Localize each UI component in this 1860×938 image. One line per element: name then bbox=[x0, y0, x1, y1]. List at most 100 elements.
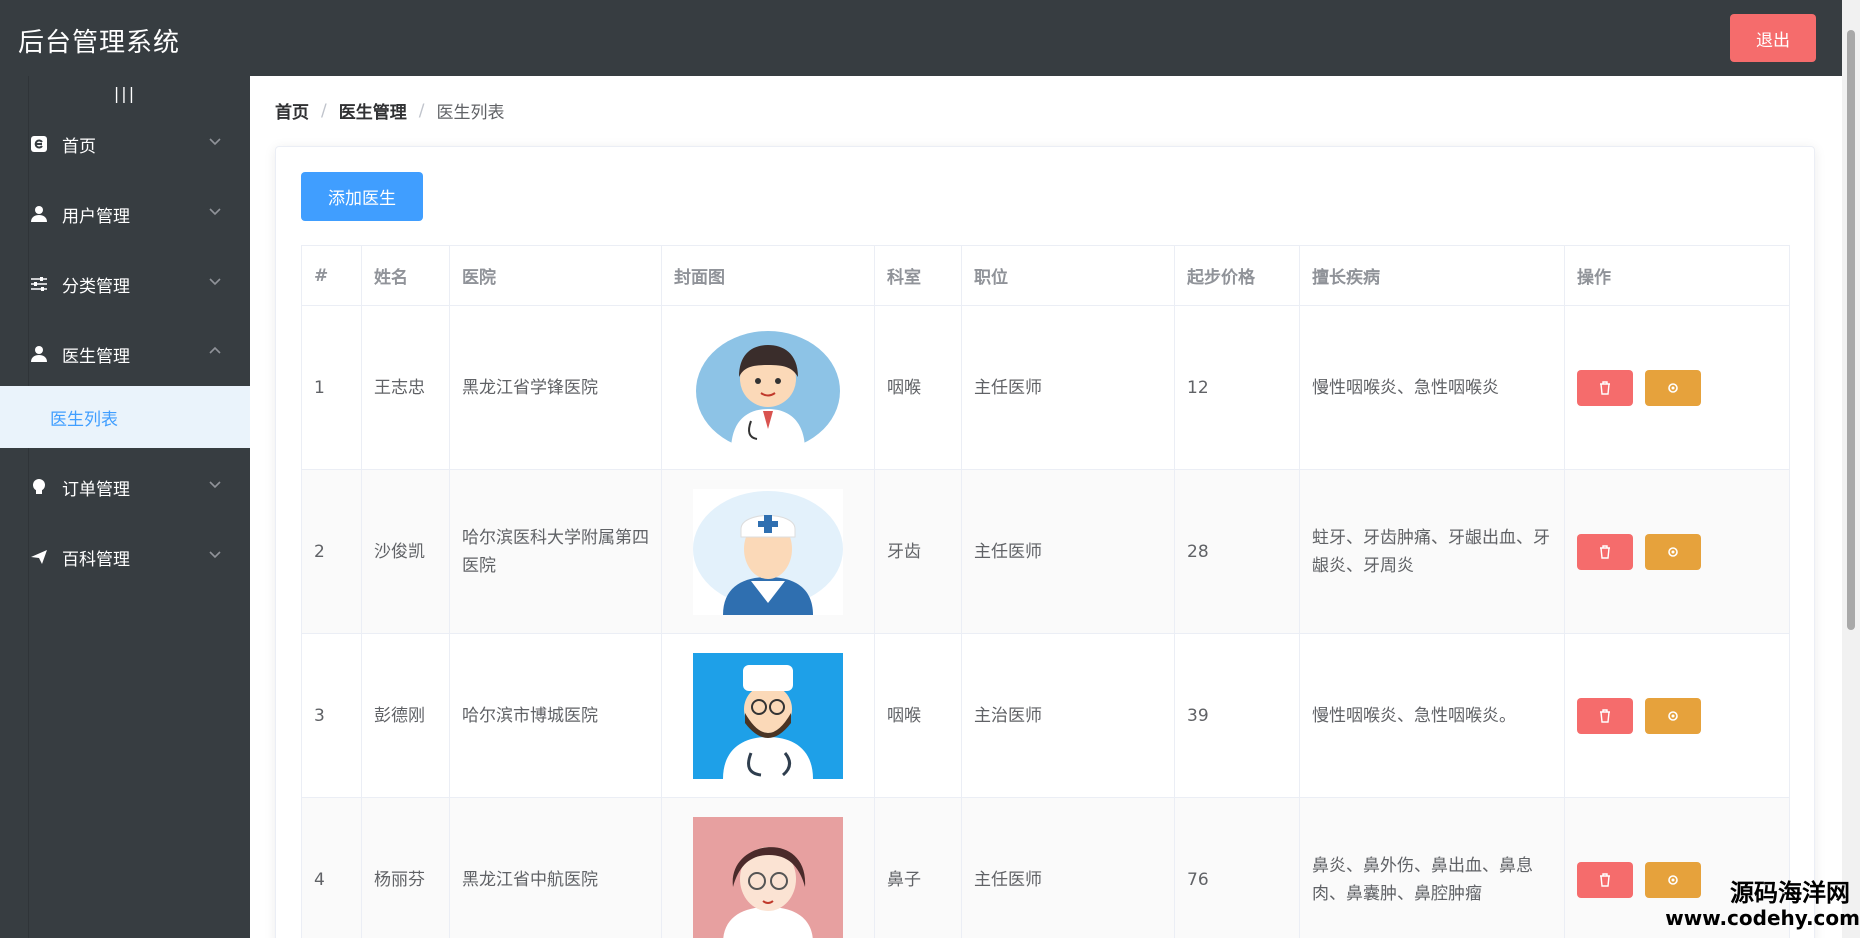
sidebar-item-home[interactable]: 首页 bbox=[0, 116, 250, 172]
cell-department: 牙齿 bbox=[874, 469, 962, 634]
sidebar-subitem-label: 医生列表 bbox=[50, 409, 118, 430]
table-row: 1 王志忠 黑龙江省学锋医院 咽喉 主任医师 12 慢性咽喉炎、急性咽喉炎 bbox=[301, 305, 1790, 470]
chevron-down-icon bbox=[209, 551, 221, 559]
cell-name: 王志忠 bbox=[361, 305, 450, 470]
sidebar-item-users[interactable]: 用户管理 bbox=[0, 186, 250, 242]
send-icon bbox=[30, 548, 48, 566]
gear-icon bbox=[1668, 710, 1678, 721]
cell-actions bbox=[1564, 633, 1790, 798]
cell-hospital: 哈尔滨市博城医院 bbox=[449, 633, 662, 798]
trash-icon bbox=[1600, 380, 1610, 395]
cell-index: 3 bbox=[301, 633, 362, 798]
delete-button[interactable] bbox=[1577, 697, 1633, 734]
bulb-icon bbox=[30, 478, 48, 496]
gear-icon bbox=[1668, 546, 1678, 557]
column-header-position: 职位 bbox=[961, 245, 1175, 306]
cell-cover bbox=[661, 305, 875, 470]
edit-button[interactable] bbox=[1645, 369, 1701, 406]
sidebar-item-encyclopedia[interactable]: 百科管理 bbox=[0, 529, 250, 585]
column-header-name: 姓名 bbox=[361, 245, 450, 306]
cell-hospital: 黑龙江省学锋医院 bbox=[449, 305, 662, 470]
cell-price: 28 bbox=[1174, 469, 1300, 634]
column-header-price: 起步价格 bbox=[1174, 245, 1300, 306]
cell-specialty: 慢性咽喉炎、急性咽喉炎 bbox=[1299, 305, 1565, 470]
cell-hospital: 哈尔滨医科大学附属第四医院 bbox=[449, 469, 662, 634]
delete-button[interactable] bbox=[1577, 861, 1633, 898]
cell-index: 1 bbox=[301, 305, 362, 470]
doctor-avatar-image bbox=[693, 816, 843, 938]
cell-department: 咽喉 bbox=[874, 305, 962, 470]
doctor-avatar-image bbox=[696, 330, 840, 451]
breadcrumb-current: 医生列表 bbox=[436, 103, 505, 123]
sidebar: ||| 首页 用户管理 分类管理 医生管理 医生列表 订单管理 百科管理 bbox=[0, 76, 250, 938]
watermark-line-2: www.codehy.com bbox=[1665, 906, 1860, 930]
sidebar-item-orders[interactable]: 订单管理 bbox=[0, 459, 250, 515]
breadcrumb-section[interactable]: 医生管理 bbox=[339, 98, 407, 123]
cell-cover bbox=[661, 633, 875, 798]
sidebar-item-label: 医生管理 bbox=[62, 346, 130, 367]
doctor-icon bbox=[30, 345, 48, 363]
watermark-line-1: 源码海洋网 bbox=[1730, 879, 1850, 907]
doctor-table: # 姓名 医院 封面图 科室 职位 起步价格 擅长疾病 操作 1 王志忠 黑龙江… bbox=[301, 245, 1790, 938]
breadcrumb-separator: / bbox=[418, 100, 425, 121]
chevron-down-icon bbox=[209, 481, 221, 489]
content-card: 添加医生 # 姓名 医院 封面图 科室 职位 起步价格 擅长疾病 操作 1 王志… bbox=[275, 146, 1815, 938]
edit-button[interactable] bbox=[1645, 533, 1701, 570]
cell-price: 76 bbox=[1174, 797, 1300, 938]
cell-name: 彭德刚 bbox=[361, 633, 450, 798]
breadcrumb-home[interactable]: 首页 bbox=[275, 98, 309, 123]
column-header-index: # bbox=[301, 245, 362, 306]
breadcrumb: 首页 / 医生管理 / 医生列表 bbox=[275, 98, 505, 124]
column-header-specialty: 擅长疾病 bbox=[1299, 245, 1565, 306]
table-row: 4 杨丽芬 黑龙江省中航医院 鼻子 主任医师 76 鼻炎、鼻外伤、鼻出血、鼻息肉… bbox=[301, 797, 1790, 938]
cell-cover bbox=[661, 797, 875, 938]
cell-position: 主任医师 bbox=[961, 797, 1175, 938]
table-row: 2 沙俊凯 哈尔滨医科大学附属第四医院 牙齿 主任医师 28 蛀牙、牙齿肿痛、牙… bbox=[301, 469, 1790, 634]
chevron-down-icon bbox=[209, 278, 221, 286]
edit-button[interactable] bbox=[1645, 697, 1701, 734]
chevron-down-icon bbox=[209, 208, 221, 216]
main-content: 首页 / 医生管理 / 医生列表 添加医生 # 姓名 医院 封面图 科室 职位 … bbox=[250, 76, 1842, 938]
column-header-actions: 操作 bbox=[1564, 245, 1790, 306]
table-header-row: # 姓名 医院 封面图 科室 职位 起步价格 擅长疾病 操作 bbox=[301, 245, 1790, 306]
column-header-department: 科室 bbox=[874, 245, 962, 306]
delete-button[interactable] bbox=[1577, 369, 1633, 406]
cell-position: 主任医师 bbox=[961, 469, 1175, 634]
cell-hospital: 黑龙江省中航医院 bbox=[449, 797, 662, 938]
cell-actions bbox=[1564, 469, 1790, 634]
cell-index: 2 bbox=[301, 469, 362, 634]
sidebar-item-label: 用户管理 bbox=[62, 206, 130, 227]
scrollbar-thumb[interactable] bbox=[1847, 30, 1855, 630]
cell-name: 沙俊凯 bbox=[361, 469, 450, 634]
top-header: 后台管理系统 退出 bbox=[0, 0, 1842, 76]
cell-position: 主治医师 bbox=[961, 633, 1175, 798]
sidebar-item-categories[interactable]: 分类管理 bbox=[0, 256, 250, 312]
cell-specialty: 鼻炎、鼻外伤、鼻出血、鼻息肉、鼻囊肿、鼻腔肿瘤 bbox=[1299, 797, 1565, 938]
cell-price: 39 bbox=[1174, 633, 1300, 798]
trash-icon bbox=[1600, 872, 1610, 887]
sliders-icon bbox=[30, 275, 48, 293]
watermark: 源码海洋网 www.codehy.com bbox=[1658, 880, 1860, 930]
collapse-toggle-button[interactable]: ||| bbox=[0, 80, 250, 108]
sidebar-item-label: 首页 bbox=[62, 136, 96, 157]
add-doctor-button[interactable]: 添加医生 bbox=[301, 172, 423, 221]
doctor-avatar-image bbox=[693, 488, 843, 615]
user-icon bbox=[30, 205, 48, 223]
table-row: 3 彭德刚 哈尔滨市博城医院 咽喉 主治医师 39 慢性咽喉炎、急性咽喉炎。 bbox=[301, 633, 1790, 798]
cell-department: 鼻子 bbox=[874, 797, 962, 938]
logout-button[interactable]: 退出 bbox=[1730, 14, 1816, 62]
doctor-avatar-image bbox=[693, 652, 843, 779]
trash-icon bbox=[1600, 544, 1610, 559]
sidebar-subitem-doctor-list[interactable]: 医生列表 bbox=[0, 386, 250, 448]
column-header-hospital: 医院 bbox=[449, 245, 662, 306]
gear-icon bbox=[1668, 382, 1678, 393]
trash-icon bbox=[1600, 708, 1610, 723]
cell-position: 主任医师 bbox=[961, 305, 1175, 470]
delete-button[interactable] bbox=[1577, 533, 1633, 570]
page-scrollbar[interactable] bbox=[1842, 0, 1860, 938]
column-header-cover: 封面图 bbox=[661, 245, 875, 306]
chevron-up-icon bbox=[209, 346, 221, 354]
cell-specialty: 蛀牙、牙齿肿痛、牙龈出血、牙龈炎、牙周炎 bbox=[1299, 469, 1565, 634]
sidebar-item-doctors[interactable]: 医生管理 bbox=[0, 326, 250, 382]
chevron-down-icon bbox=[209, 138, 221, 146]
